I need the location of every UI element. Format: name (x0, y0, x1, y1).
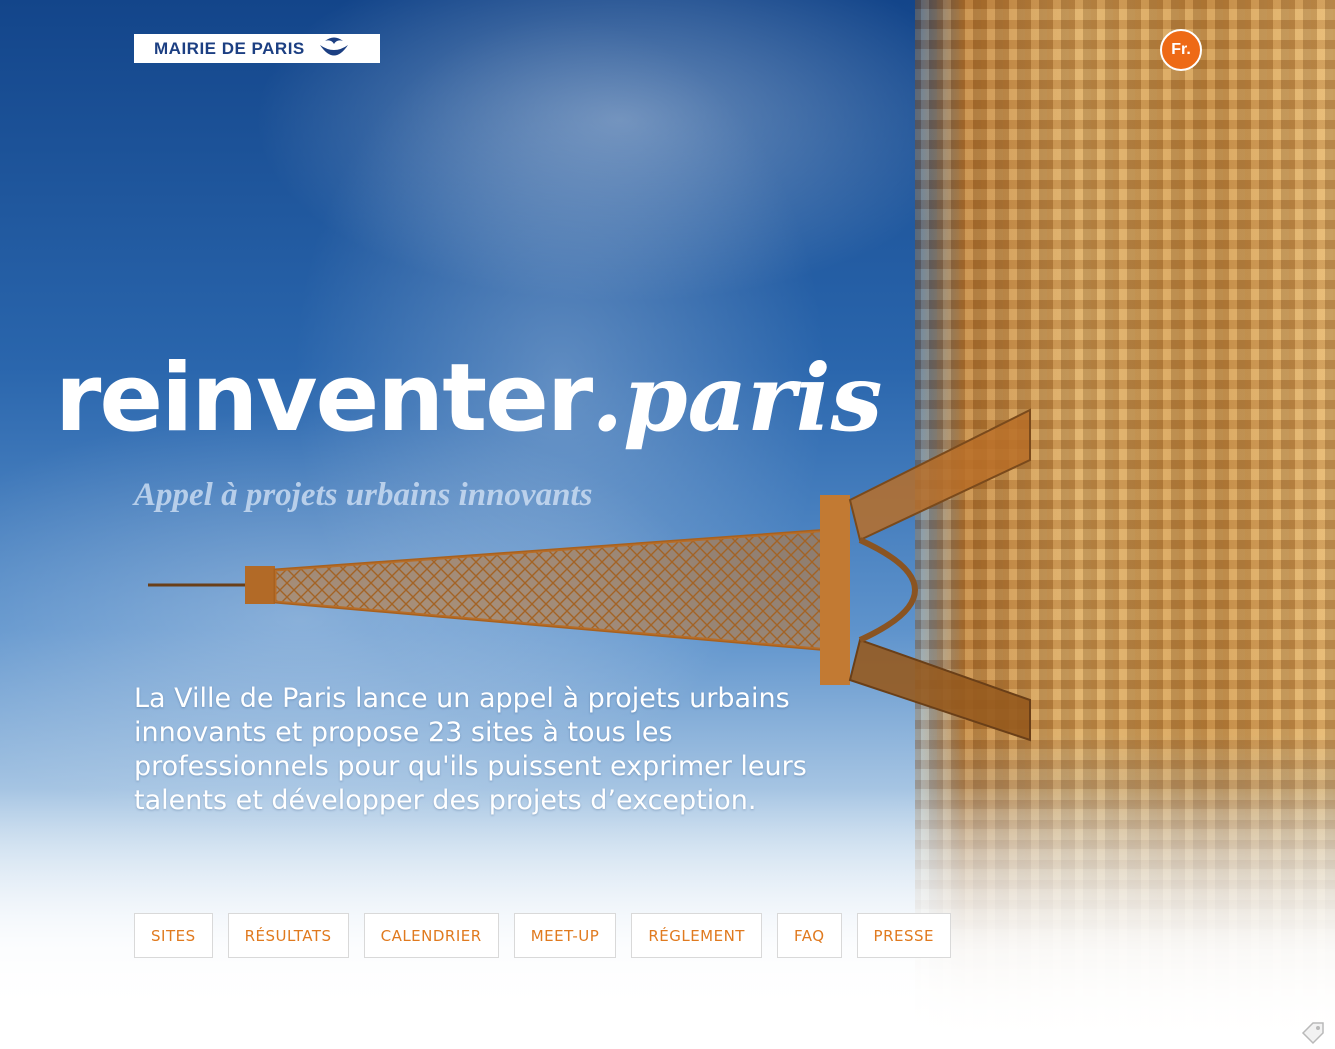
logo-text: MAIRIE DE PARIS (154, 38, 305, 58)
mairie-de-paris-logo[interactable]: MAIRIE DE PARIS (134, 34, 380, 63)
nav-sites-button[interactable]: SITES (134, 913, 213, 958)
site-subtitle: Appel à projets urbains innovants (134, 477, 593, 513)
nav-resultats-button[interactable]: RÉSULTATS (227, 913, 349, 958)
intro-paragraph: La Ville de Paris lance un appel à proje… (134, 683, 807, 816)
paris-boat-emblem-icon (319, 37, 348, 55)
site-title: reinventer.paris (55, 352, 882, 446)
nav-reglement-button[interactable]: RÉGLEMENT (631, 913, 762, 958)
main-nav: SITES RÉSULTATS CALENDRIER MEET-UP RÉGLE… (134, 913, 952, 958)
nav-meetup-button[interactable]: MEET-UP (513, 913, 617, 958)
site-title-tld: .paris (591, 344, 883, 452)
language-switch-button[interactable]: Fr. (1160, 29, 1202, 71)
tag-icon[interactable] (1299, 1017, 1327, 1045)
nav-presse-button[interactable]: PRESSE (856, 913, 952, 958)
nav-faq-button[interactable]: FAQ (776, 913, 842, 958)
nav-calendrier-button[interactable]: CALENDRIER (363, 913, 499, 958)
site-title-main: reinventer (55, 344, 593, 453)
